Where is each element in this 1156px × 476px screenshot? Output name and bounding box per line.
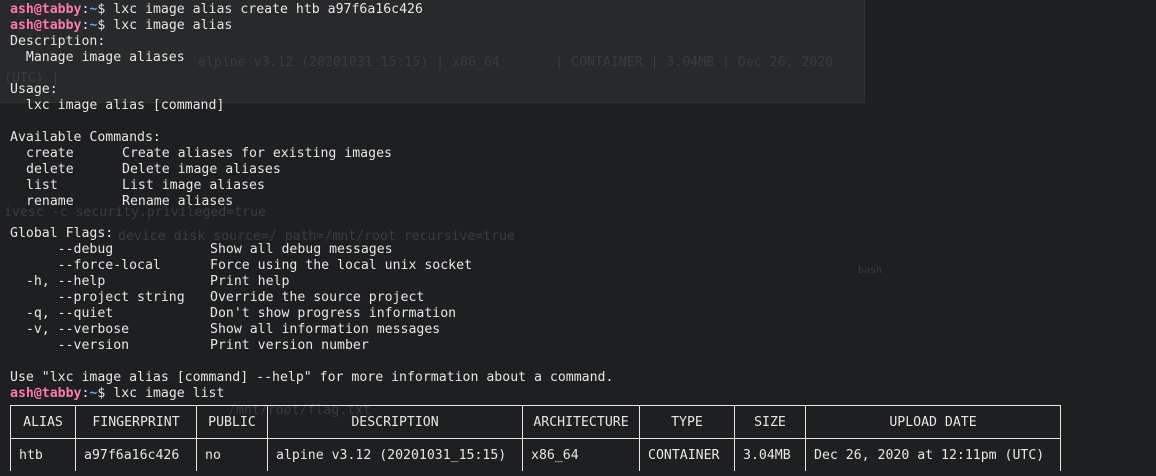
command-entry: list List image aliases [10, 178, 1061, 194]
flag-description: Don't show progress information [210, 306, 457, 321]
command-name: list [26, 178, 58, 193]
flag-name: --debug [10, 242, 114, 257]
flag-entry: -h, --help Print help [10, 274, 1061, 290]
prompt-line: ash@tabby:~$ lxc image list [10, 386, 1061, 402]
cell-alias: htb [10, 439, 76, 471]
prompt-line: ash@tabby:~$ lxc image alias create htb … [10, 2, 1061, 18]
description-value: Manage image aliases [25, 50, 185, 65]
flag-entry: --project string Override the source proj… [10, 290, 1061, 306]
cell-description: alpine v3.12 (20201031_15:15) [267, 439, 523, 471]
cell-architecture: x86_64 [522, 439, 640, 471]
command-text: lxc image alias create htb a97f6a16c426 [113, 2, 423, 17]
flag-entry: --version Print version number [10, 338, 1061, 354]
cell-size: 3.04MB [734, 439, 806, 471]
command-description: Create aliases for existing images [122, 146, 392, 161]
flag-entry: -v, --verbose Show all information messag… [10, 322, 1061, 338]
flag-name: -q, --quiet [10, 306, 114, 321]
command-entry: rename Rename aliases [10, 194, 1061, 210]
cell-public: no [196, 439, 268, 471]
flag-name: --force-local [10, 258, 161, 273]
terminal-output: ash@tabby:~$ lxc image alias create htb … [10, 2, 1061, 471]
header-public: PUBLIC [196, 406, 268, 439]
prompt-user: ash@tabby [10, 386, 82, 401]
command-entry: delete Delete image aliases [10, 162, 1061, 178]
command-name: create [26, 146, 74, 161]
global-flags-heading: Global Flags: [10, 226, 114, 241]
prompt-user: ash@tabby [10, 2, 82, 17]
prompt-symbol: $ [97, 386, 106, 401]
header-upload-date: UPLOAD DATE [805, 406, 1061, 439]
prompt-symbol: $ [97, 18, 106, 33]
cell-type: CONTAINER [639, 439, 735, 471]
flag-name: --version [10, 338, 130, 353]
table-row: htb a97f6a16c426 no alpine v3.12 (202010… [10, 439, 1061, 471]
flag-entry: --force-local Force using the local unix … [10, 258, 1061, 274]
command-text: lxc image alias [113, 18, 233, 33]
header-size: SIZE [734, 406, 806, 439]
command-description: Delete image aliases [122, 162, 281, 177]
image-list-table: ALIAS FINGERPRINT PUBLIC DESCRIPTION ARC… [10, 405, 1061, 471]
flag-description: Show all information messages [210, 322, 441, 337]
command-text: lxc image list [113, 386, 225, 401]
flag-name: --project string [10, 290, 185, 305]
command-name: rename [26, 194, 74, 209]
description-heading: Description: [10, 34, 106, 49]
header-fingerprint: FINGERPRINT [75, 406, 197, 439]
flag-name: -h, --help [10, 274, 106, 289]
command-description: List image aliases [122, 178, 265, 193]
flag-description: Print version number [210, 338, 369, 353]
header-architecture: ARCHITECTURE [522, 406, 640, 439]
command-entry: create Create aliases for existing images [10, 146, 1061, 162]
usage-value: lxc image alias [command] [25, 98, 225, 113]
flag-description: Force using the local unix socket [210, 258, 473, 273]
available-commands-heading: Available Commands: [10, 130, 161, 145]
flag-description: Print help [210, 274, 290, 289]
cell-fingerprint: a97f6a16c426 [75, 439, 197, 471]
flag-entry: --debug Show all debug messages [10, 242, 1061, 258]
table-header-row: ALIAS FINGERPRINT PUBLIC DESCRIPTION ARC… [10, 406, 1061, 439]
prompt-symbol: $ [97, 2, 106, 17]
flag-name: -v, --verbose [10, 322, 130, 337]
header-type: TYPE [639, 406, 735, 439]
usage-text: lxc image alias [command] [10, 98, 1061, 114]
cell-upload-date: Dec 26, 2020 at 12:11pm (UTC) [805, 439, 1061, 471]
usage-heading: Usage: [10, 82, 58, 97]
description-text: Manage image aliases [10, 50, 1061, 66]
terminal-window[interactable]: alpine v3.12 (20201031_15:15) | x86_64 |… [0, 0, 1156, 476]
flag-entry: -q, --quiet Don't show progress informati… [10, 306, 1061, 322]
prompt-user: ash@tabby [10, 18, 82, 33]
header-description: DESCRIPTION [267, 406, 523, 439]
prompt-line: ash@tabby:~$ lxc image alias [10, 18, 1061, 34]
command-name: delete [26, 162, 74, 177]
flag-description: Override the source project [210, 290, 425, 305]
header-alias: ALIAS [10, 406, 76, 439]
flag-description: Show all debug messages [210, 242, 393, 257]
help-footer: Use "lxc image alias [command] --help" f… [10, 370, 614, 385]
command-description: Rename aliases [122, 194, 234, 209]
